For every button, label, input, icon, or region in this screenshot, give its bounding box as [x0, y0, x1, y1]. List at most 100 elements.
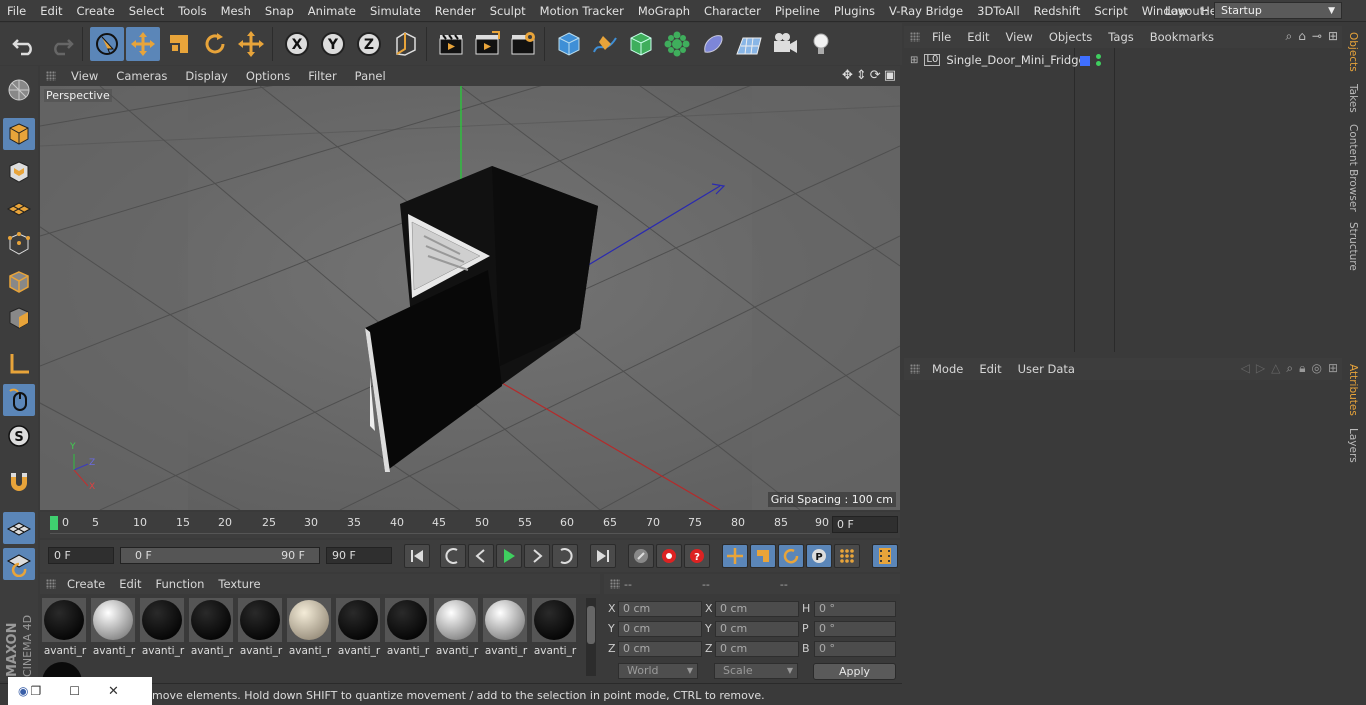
render-view-button[interactable]: [434, 27, 468, 61]
menu-render[interactable]: Render: [428, 0, 483, 22]
menu-snap[interactable]: Snap: [258, 0, 301, 22]
menu-edit[interactable]: Edit: [33, 0, 69, 22]
target-icon[interactable]: ◎: [1311, 361, 1321, 376]
go-to-end-button[interactable]: [590, 544, 616, 568]
object-menu-bookmarks[interactable]: Bookmarks: [1142, 30, 1222, 44]
panel-grip-icon[interactable]: [46, 579, 56, 589]
menu-create[interactable]: Create: [70, 0, 122, 22]
size-y-field[interactable]: 0 cm: [715, 621, 799, 637]
apply-button[interactable]: Apply: [813, 663, 896, 680]
autokey-button[interactable]: [656, 544, 682, 568]
material-scrollbar[interactable]: [586, 598, 596, 676]
menu-select[interactable]: Select: [122, 0, 171, 22]
material-swatch[interactable]: avanti_r: [189, 598, 235, 657]
keyframe-selection-button[interactable]: ?: [684, 544, 710, 568]
material-swatch[interactable]: avanti_r: [532, 598, 578, 657]
coordinate-system-button[interactable]: [388, 27, 422, 61]
play-button[interactable]: [496, 544, 522, 568]
undo-button[interactable]: [8, 27, 42, 61]
live-selection-button[interactable]: [90, 27, 124, 61]
material-swatch[interactable]: avanti_r: [287, 598, 333, 657]
menu-character[interactable]: Character: [697, 0, 768, 22]
viewport-menu-display[interactable]: Display: [176, 69, 236, 83]
model-mode-button[interactable]: [3, 118, 35, 150]
rotation-h-field[interactable]: 0 °: [814, 601, 896, 617]
dolly-view-icon[interactable]: ⇕: [856, 68, 867, 83]
material-swatch[interactable]: avanti_r: [483, 598, 529, 657]
tab-layers[interactable]: Layers: [1347, 428, 1359, 463]
pan-view-icon[interactable]: ✥: [842, 68, 853, 83]
scale-tool-button[interactable]: [162, 27, 196, 61]
restore-window-icon[interactable]: ❐: [30, 684, 41, 698]
tab-content-browser[interactable]: Content Browser: [1347, 124, 1359, 212]
position-y-field[interactable]: 0 cm: [618, 621, 702, 637]
tab-attributes[interactable]: Attributes: [1347, 364, 1359, 416]
render-settings-button[interactable]: [506, 27, 540, 61]
point-level-button[interactable]: [834, 544, 860, 568]
add-spline-button[interactable]: [588, 27, 622, 61]
size-mode-dropdown[interactable]: Scale ▼: [714, 663, 798, 679]
material-swatch[interactable]: avanti_r: [385, 598, 431, 657]
expand-plus-icon[interactable]: ⊞: [910, 55, 918, 66]
object-menu-file[interactable]: File: [924, 30, 959, 44]
rotation-b-field[interactable]: 0 °: [814, 641, 896, 657]
workplane-snap-button[interactable]: [3, 512, 35, 544]
material-swatch[interactable]: avanti_r: [434, 598, 480, 657]
record-keys-button[interactable]: [628, 544, 654, 568]
tweak-mode-button[interactable]: [3, 384, 35, 416]
add-cube-button[interactable]: [552, 27, 586, 61]
panel-grip-icon[interactable]: [910, 32, 920, 42]
back-arrow-icon[interactable]: ◁: [1241, 361, 1250, 376]
object-menu-view[interactable]: View: [998, 30, 1041, 44]
attribute-menu-mode[interactable]: Mode: [924, 362, 971, 376]
previous-key-button[interactable]: [440, 544, 466, 568]
coordinate-space-dropdown[interactable]: World ▼: [618, 663, 698, 679]
material-scroll-thumb[interactable]: [587, 606, 595, 644]
size-x-field[interactable]: 0 cm: [715, 601, 799, 617]
menu-tools[interactable]: Tools: [171, 0, 213, 22]
render-picture-viewer-button[interactable]: [470, 27, 504, 61]
new-panel-icon[interactable]: ⊞: [1328, 29, 1338, 44]
orbit-view-icon[interactable]: ⟳: [870, 68, 881, 83]
menu-sculpt[interactable]: Sculpt: [483, 0, 533, 22]
menu-vray-bridge[interactable]: V-Ray Bridge: [882, 0, 970, 22]
menu-file[interactable]: File: [0, 0, 33, 22]
panel-grip-icon[interactable]: [610, 579, 620, 589]
menu-redshift[interactable]: Redshift: [1027, 0, 1088, 22]
forward-arrow-icon[interactable]: ▷: [1256, 361, 1265, 376]
perspective-viewport[interactable]: Y Z X Perspective Grid Spacing : 100 cm: [40, 86, 900, 510]
viewport-menu-view[interactable]: View: [62, 69, 107, 83]
attribute-menu-edit[interactable]: Edit: [971, 362, 1009, 376]
timeline-track[interactable]: 0 5 10 15 20 25 30 35 40 45 50 55 60 65 …: [50, 514, 830, 534]
timeline-window-button[interactable]: [872, 544, 898, 568]
close-window-icon[interactable]: ✕: [108, 684, 119, 699]
rotate-tool-button[interactable]: [198, 27, 232, 61]
material-swatch[interactable]: avanti_r: [91, 598, 137, 657]
menu-3dtoall[interactable]: 3DToAll: [970, 0, 1027, 22]
tab-structure[interactable]: Structure: [1347, 222, 1359, 271]
object-menu-edit[interactable]: Edit: [959, 30, 997, 44]
planar-workplane-button[interactable]: [3, 548, 35, 580]
add-light-button[interactable]: [804, 27, 838, 61]
start-frame-field[interactable]: 0 F: [48, 547, 114, 564]
snapping-button[interactable]: [3, 466, 35, 498]
menu-plugins[interactable]: Plugins: [827, 0, 882, 22]
position-x-field[interactable]: 0 cm: [618, 601, 702, 617]
position-z-field[interactable]: 0 cm: [618, 641, 702, 657]
parameter-track-button[interactable]: P: [806, 544, 832, 568]
material-menu-function[interactable]: Function: [149, 577, 212, 591]
new-panel-icon[interactable]: ⊞: [1328, 361, 1338, 376]
next-key-button[interactable]: [552, 544, 578, 568]
menu-mesh[interactable]: Mesh: [214, 0, 258, 22]
object-menu-tags[interactable]: Tags: [1100, 30, 1141, 44]
frame-range-slider[interactable]: 0 F 90 F: [120, 547, 320, 564]
menu-motion-tracker[interactable]: Motion Tracker: [533, 0, 631, 22]
menu-pipeline[interactable]: Pipeline: [768, 0, 827, 22]
solo-mode-button[interactable]: S: [3, 420, 35, 452]
menu-simulate[interactable]: Simulate: [363, 0, 428, 22]
redo-button[interactable]: [44, 27, 78, 61]
maximize-view-icon[interactable]: ▣: [884, 68, 896, 83]
next-frame-button[interactable]: [524, 544, 550, 568]
make-editable-button[interactable]: [3, 74, 35, 106]
viewport-menu-filter[interactable]: Filter: [299, 69, 345, 83]
